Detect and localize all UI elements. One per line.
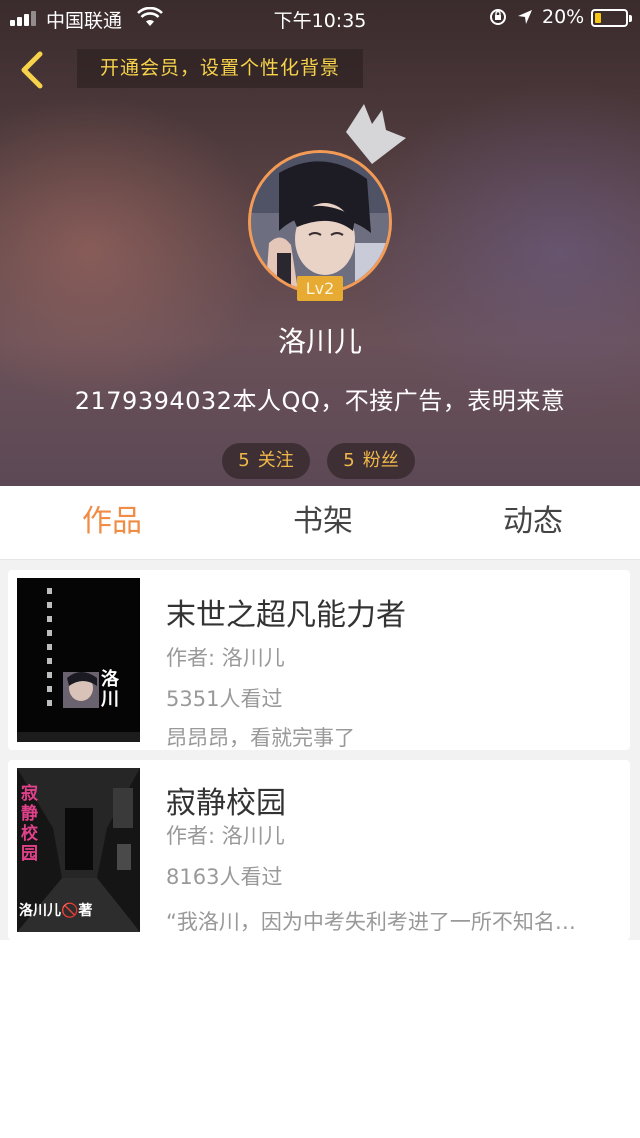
tab-works[interactable]: 作品 [42, 486, 182, 560]
fans-label: 粉丝 [362, 450, 399, 471]
vip-background-promo[interactable]: 开通会员，设置个性化背景 [77, 49, 363, 88]
fans-count: 5 [343, 450, 355, 471]
location-arrow-icon [518, 10, 532, 24]
list-item[interactable]: 洛川 末世之超凡能力者 作者: 洛川儿 5351人看过 昂昂昂，看就完事了 [8, 570, 630, 750]
book-cover-signature: 洛川儿🚫著 [19, 903, 93, 919]
empty-area [0, 940, 640, 1138]
battery-level-fill [595, 13, 601, 23]
orientation-lock-icon [490, 9, 506, 25]
list-item[interactable]: 寂静校园 洛川儿🚫著 寂静校园 作者: 洛川儿 8163人看过 “我洛川，因为中… [8, 760, 630, 940]
book-cover-title: 寂静校园 [21, 784, 38, 864]
back-chevron-icon[interactable] [14, 48, 50, 92]
avatar-image [251, 153, 389, 291]
following-count: 5 [238, 450, 250, 471]
status-bar: 中国联通 下午10:35 20% [0, 0, 640, 36]
username: 洛川儿 [277, 325, 362, 358]
fans-button[interactable]: 5 粉丝 [327, 443, 415, 479]
book-title[interactable]: 寂静校园 [166, 778, 286, 822]
level-badge: Lv2 [297, 276, 343, 301]
following-label: 关注 [257, 450, 294, 471]
battery-percent: 20% [542, 6, 585, 28]
battery-icon [591, 9, 632, 27]
profile-header: 中国联通 下午10:35 20% 开通会员，设置个性化背景 Lv2 洛川儿 21… [0, 0, 640, 486]
book-views: 8163人看过 [166, 865, 283, 889]
book-title[interactable]: 末世之超凡能力者 [166, 590, 406, 634]
book-author: 作者: 洛川儿 [166, 646, 285, 670]
works-list: 洛川 末世之超凡能力者 作者: 洛川儿 5351人看过 昂昂昂，看就完事了 寂静… [0, 560, 640, 940]
book-views: 5351人看过 [166, 687, 283, 711]
following-button[interactable]: 5 关注 [222, 443, 310, 479]
book-cover[interactable]: 洛川 [17, 578, 140, 742]
tab-moments[interactable]: 动态 [463, 486, 603, 560]
book-cover-author: 洛川 [101, 669, 119, 710]
book-author: 作者: 洛川儿 [166, 824, 285, 848]
avatar[interactable] [248, 150, 392, 294]
crown-icon [346, 104, 406, 164]
tab-bookshelf[interactable]: 书架 [253, 486, 393, 560]
book-cover[interactable]: 寂静校园 洛川儿🚫著 [17, 768, 140, 932]
profile-tabs: 作品 书架 动态 [0, 486, 640, 560]
book-description: 昂昂昂，看就完事了 [166, 726, 355, 750]
book-description: “我洛川，因为中考失利考进了一所不知名… [166, 910, 576, 934]
user-bio: 2179394032本人QQ，不接广告，表明来意 [74, 387, 566, 415]
